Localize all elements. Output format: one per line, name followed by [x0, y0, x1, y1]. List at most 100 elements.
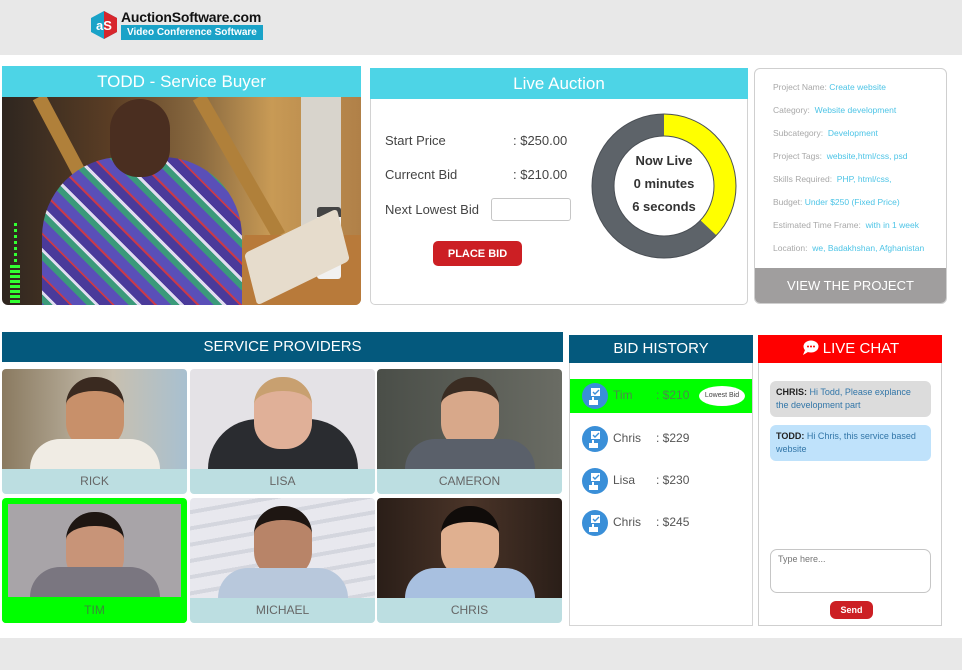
top-bar: aS AuctionSoftware.com Video Conference … [0, 0, 962, 55]
current-bid-value: : $210.00 [513, 167, 568, 182]
bid-row[interactable]: Chris : $229 [570, 422, 752, 456]
timer-seconds: 6 seconds [632, 199, 696, 214]
logo-icon: aS [89, 10, 119, 40]
project-tags-link[interactable]: website,html/css, psd [827, 151, 908, 161]
logo[interactable]: aS AuctionSoftware.com Video Conference … [89, 9, 263, 40]
project-timeframe: Estimated Time Frame: with in 1 week [773, 220, 919, 230]
project-timeframe-value: with in 1 week [865, 220, 919, 230]
next-bid-input[interactable] [491, 198, 571, 221]
buyer-person [42, 157, 242, 305]
bid-row[interactable]: Chris : $245 [570, 506, 752, 540]
project-subcategory-link[interactable]: Development [828, 128, 878, 138]
provider-video [190, 369, 375, 469]
provider-tile-tim[interactable]: TIM [2, 498, 187, 623]
live-chat-header: LIVE CHAT [758, 335, 942, 363]
project-skills: Skills Required: PHP, html/css, [773, 174, 892, 184]
provider-video [190, 498, 375, 598]
meter-dot [13, 253, 17, 256]
logo-subtitle: Video Conference Software [121, 25, 263, 40]
project-skills-link[interactable]: PHP, html/css, [837, 174, 892, 184]
message-sender: CHRIS: [776, 387, 807, 397]
provider-tile-lisa[interactable]: LISA [190, 369, 375, 494]
meter-bar [10, 295, 20, 298]
chat-message: CHRIS: Hi Todd, Please explance the deve… [770, 381, 931, 417]
start-price-label: Start Price [385, 133, 446, 148]
svg-text:aS: aS [96, 18, 112, 33]
provider-name: RICK [2, 469, 187, 494]
meter-dot [13, 259, 17, 262]
meter-dot [13, 235, 17, 238]
provider-video [377, 369, 562, 469]
logo-title: AuctionSoftware.com [121, 9, 262, 25]
auction-title: Live Auction [370, 68, 748, 99]
buyer-video[interactable] [2, 97, 361, 305]
meter-bar [10, 285, 20, 288]
timer-status: Now Live [635, 153, 693, 168]
project-location: Location: we, Badakhshan, Afghanistan [773, 243, 925, 253]
start-price-value: : $250.00 [513, 133, 568, 148]
meter-bar [10, 300, 20, 303]
audio-level-meter [10, 223, 20, 305]
project-tags: Project Tags: website,html/css, psd [773, 151, 908, 161]
project-subcategory: Subcategory: Development [773, 128, 878, 138]
view-project-button[interactable]: VIEW THE PROJECT [755, 268, 946, 303]
message-sender: TODD: [776, 431, 805, 441]
meter-bar [10, 280, 20, 283]
buyer-title: TODD - Service Buyer [2, 66, 361, 97]
project-name: Project Name: Create website [773, 82, 886, 92]
meter-dot [13, 241, 17, 244]
auction-timer: Now Live 0 minutes 6 seconds [591, 113, 737, 259]
chat-message: TODD: Hi Chris, this service based websi… [770, 425, 931, 461]
meter-dot [13, 247, 17, 250]
project-category-link[interactable]: Website development [815, 105, 897, 115]
start-price-row: Start Price : $250.00 [385, 133, 567, 148]
project-budget: Budget: Under $250 (Fixed Price) [773, 197, 900, 207]
bid-amount: : $210 [656, 388, 690, 402]
bid-row[interactable]: Lisa : $230 [570, 464, 752, 498]
meter-dot [13, 229, 17, 232]
project-location-value: we, Badakhshan, Afghanistan [812, 243, 925, 253]
provider-name: CHRIS [377, 598, 562, 623]
meter-dot [13, 223, 17, 226]
bidder-name: Chris [613, 431, 642, 445]
project-budget-value: Under $250 (Fixed Price) [804, 197, 900, 207]
next-bid-row: Next Lowest Bid [385, 202, 479, 217]
bid-hand-icon [582, 510, 608, 536]
lowest-bid-badge: Lowest Bid [699, 386, 745, 406]
provider-video [377, 498, 562, 598]
provider-name: MICHAEL [190, 598, 375, 623]
current-bid-label: Currecnt Bid [385, 167, 458, 182]
buyer-panel: TODD - Service Buyer [2, 66, 361, 305]
meter-bar [10, 275, 20, 278]
bid-hand-icon [582, 468, 608, 494]
bid-history-panel: BID HISTORY Tim : $210 Lowest Bid Chris … [569, 335, 753, 626]
project-category: Category: Website development [773, 105, 897, 115]
bid-hand-icon [582, 426, 608, 452]
bid-amount: : $229 [656, 431, 690, 445]
provider-video [2, 369, 187, 469]
provider-video [8, 504, 181, 597]
provider-name: CAMERON [377, 469, 562, 494]
provider-name: LISA [190, 469, 375, 494]
chat-input[interactable] [770, 549, 931, 593]
meter-bar [10, 270, 20, 273]
meter-bar [10, 265, 20, 268]
provider-tile-michael[interactable]: MICHAEL [190, 498, 375, 623]
bid-amount: : $230 [656, 473, 690, 487]
bidder-name: Tim [613, 388, 633, 402]
chat-bubble-icon [801, 338, 819, 366]
bidder-name: Lisa [613, 473, 636, 487]
project-name-link[interactable]: Create website [829, 82, 886, 92]
project-details-panel: Project Name: Create website Category: W… [754, 68, 947, 304]
send-button[interactable]: Send [830, 601, 873, 619]
provider-tile-chris[interactable]: CHRIS [377, 498, 562, 623]
provider-tile-rick[interactable]: RICK [2, 369, 187, 494]
live-chat-title: LIVE CHAT [822, 340, 900, 357]
bid-amount: : $245 [656, 515, 690, 529]
service-providers-title: SERVICE PROVIDERS [2, 332, 563, 362]
place-bid-button[interactable]: PLACE BID [433, 241, 522, 266]
bid-row[interactable]: Tim : $210 Lowest Bid [570, 379, 752, 413]
provider-tile-cameron[interactable]: CAMERON [377, 369, 562, 494]
live-chat-panel: LIVE CHAT CHRIS: Hi Todd, Please explanc… [758, 335, 942, 626]
meter-bar [10, 290, 20, 293]
